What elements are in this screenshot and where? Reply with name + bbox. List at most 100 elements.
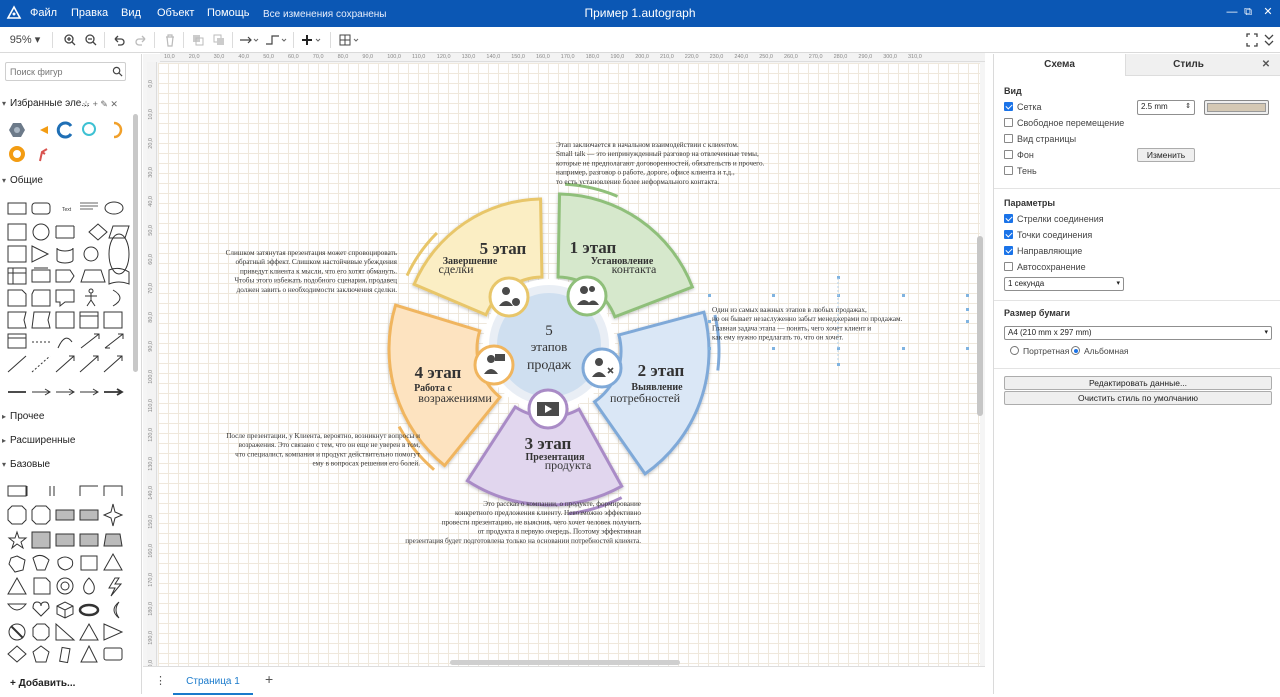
fullscreen-icon[interactable] — [1245, 31, 1259, 49]
ruler-top-tick: 270,0 — [808, 54, 823, 60]
favorites-section-header[interactable]: ▾ Избранные эле... ☆ + ✎ ✕ — [0, 95, 136, 113]
ruler-top-tick: 160,0 — [536, 54, 550, 60]
basic-shapes-grid[interactable] — [5, 482, 131, 672]
ruler-top-tick: 60,0 — [288, 54, 299, 60]
canvas-vertical-scrollbar[interactable] — [977, 236, 983, 416]
canvas-horizontal-scrollbar[interactable] — [450, 660, 680, 665]
crescent-fav-icon[interactable] — [106, 121, 124, 139]
other-section-title: Прочее — [10, 411, 45, 422]
ruler-top-tick: 180,0 — [585, 54, 600, 60]
hexagon-fav-icon[interactable] — [8, 121, 26, 139]
search-icon[interactable] — [112, 66, 123, 77]
params-header: Параметры — [1004, 198, 1056, 208]
undo-icon[interactable] — [111, 31, 127, 49]
app-logo-icon — [6, 5, 22, 19]
grid-color-swatch[interactable] — [1204, 100, 1269, 115]
tab-diagram[interactable]: Схема — [994, 54, 1125, 76]
basic-section-header[interactable]: ▾ Базовые — [0, 456, 136, 474]
common-shapes-grid[interactable]: Text — [5, 196, 131, 402]
menu-file[interactable]: Файл — [30, 0, 57, 27]
close-panel-button[interactable]: ✕ — [1251, 54, 1280, 76]
svg-text:Text: Text — [62, 207, 72, 213]
ruler-top-tick: 120,0 — [436, 54, 451, 60]
reset-style-button[interactable]: Очистить стиль по умолчанию — [1004, 391, 1272, 405]
save-status: Все изменения сохранены — [263, 9, 387, 20]
basic-section-title: Базовые — [10, 459, 51, 470]
connector-style-icon[interactable] — [238, 31, 260, 49]
shapes-panel: ▾ Избранные эле... ☆ + ✎ ✕ ▾ Общие Text — [0, 54, 142, 694]
common-section-title: Общие — [10, 175, 43, 186]
arrow-fav-icon[interactable] — [36, 121, 54, 139]
bulb-fav-icon[interactable] — [80, 121, 98, 139]
checkbox-box — [1004, 134, 1013, 143]
menu-view[interactable]: Вид — [121, 0, 141, 27]
ruler-left-tick: 190,0 — [148, 631, 154, 645]
common-section-header[interactable]: ▾ Общие — [0, 172, 136, 190]
extended-section-title: Расширенные — [10, 435, 76, 446]
close-button[interactable]: ✕ — [1256, 0, 1280, 27]
paper-size-select[interactable]: A4 (210 mm x 297 mm) ▾ — [1004, 326, 1272, 340]
add-shapes-button[interactable]: + Добавить... — [0, 674, 140, 694]
ruler-left-tick: 130,0 — [148, 457, 154, 471]
figure-fav-icon[interactable] — [34, 145, 52, 163]
table-icon[interactable] — [337, 31, 361, 49]
edit-data-button[interactable]: Редактировать данные... — [1004, 376, 1272, 390]
view-header: Вид — [1004, 86, 1022, 96]
extended-section-header[interactable]: ▸ Расширенные — [0, 432, 136, 450]
other-section-header[interactable]: ▸ Прочее — [0, 408, 136, 426]
favorites-actions-icon[interactable]: ☆ + ✎ ✕ — [82, 95, 118, 113]
autosave-interval-select[interactable]: 1 секунда ▾ — [1004, 277, 1124, 291]
ruler-left-tick: 120,0 — [148, 428, 154, 442]
ruler-left-tick: 10,0 — [148, 109, 154, 120]
waypoints-icon[interactable] — [264, 31, 288, 49]
ruler-left-tick: 80,0 — [148, 312, 154, 323]
ruler-left-tick: 20,0 — [148, 138, 154, 149]
chevron-down-icon: ▾ — [2, 176, 7, 185]
ruler-left-tick: 50,0 — [148, 225, 154, 236]
shape-search-input[interactable] — [5, 62, 126, 81]
zoom-in-icon[interactable] — [62, 31, 78, 49]
delete-icon[interactable] — [162, 31, 178, 49]
pages-menu-icon[interactable]: ⋮ — [155, 674, 166, 687]
ruler-left-tick: 150,0 — [148, 515, 154, 529]
change-background-button[interactable]: Изменить — [1137, 148, 1195, 162]
add-page-button[interactable]: + — [265, 671, 273, 687]
left-panel-scrollbar[interactable] — [133, 114, 138, 372]
ruler-top-tick: 210,0 — [660, 54, 674, 60]
menu-edit[interactable]: Правка — [71, 0, 108, 27]
menu-help[interactable]: Помощь — [207, 0, 250, 27]
grid-size-input[interactable]: 2.5 mm ⇕ — [1137, 100, 1195, 115]
tab-style[interactable]: Стиль — [1125, 54, 1251, 76]
zoom-select[interactable]: 95% ▾ — [8, 31, 42, 49]
checkbox-box — [1004, 230, 1013, 239]
tab-page-1[interactable]: Страница 1 — [173, 667, 253, 695]
ruler-top-tick: 230,0 — [709, 54, 724, 60]
ruler-left-tick: 90,0 — [148, 341, 154, 352]
checkbox-box — [1004, 102, 1013, 111]
to-front-icon[interactable] — [190, 31, 206, 49]
ruler-top-tick: 110,0 — [412, 54, 426, 60]
checkbox-box — [1004, 118, 1013, 127]
insert-icon[interactable] — [299, 31, 323, 49]
ruler-left-tick: 160,0 — [148, 544, 154, 558]
zoom-out-icon[interactable] — [83, 31, 99, 49]
collapse-icon[interactable] — [1262, 31, 1276, 49]
ruler-top-tick: 40,0 — [238, 54, 250, 60]
ruler-left: 0,0 10,0 20,0 30,0 40,0 50,0 60,0 70,0 80,0 90,0 1… — [147, 62, 157, 666]
redo-icon[interactable] — [133, 31, 149, 49]
ruler-top-tick: 300,0 — [883, 54, 897, 60]
menu-object[interactable]: Объект — [157, 0, 194, 27]
arc-fav-icon[interactable] — [56, 121, 74, 139]
plus-icon: + — [10, 678, 19, 689]
drawing-grid[interactable] — [158, 63, 980, 666]
to-back-icon[interactable] — [211, 31, 227, 49]
ruler-left-tick: 140,0 — [148, 486, 154, 500]
ruler-top-tick: 250,0 — [759, 54, 773, 60]
zoom-value: 95% — [9, 34, 32, 46]
checkbox-box — [1004, 150, 1013, 159]
ruler-left-tick: 0,0 — [148, 80, 154, 88]
ruler-left-tick: 110,0 — [148, 399, 154, 413]
chevron-right-icon: ▸ — [2, 412, 7, 421]
ring-fav-icon[interactable] — [8, 145, 26, 163]
ruler-top-tick: 140,0 — [486, 54, 501, 60]
